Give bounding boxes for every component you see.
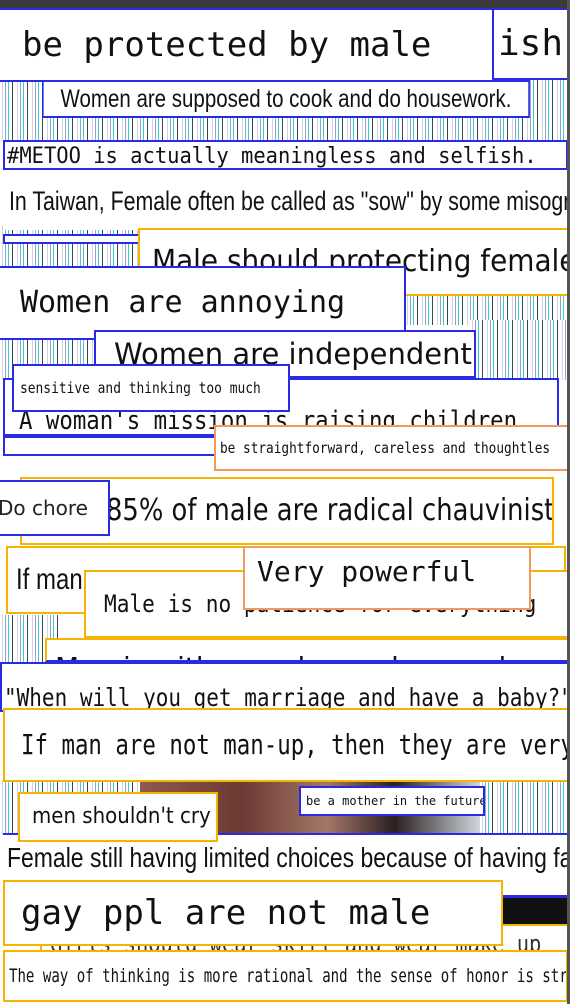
statement-text: be protected by male: [22, 25, 432, 65]
statement-text: "When will you get marriage and have a b…: [4, 683, 570, 712]
statement-card: [3, 436, 218, 456]
statement-card: Very powerful: [243, 546, 531, 610]
statement-text: Women are annoying: [20, 285, 346, 320]
statement-card: be protected by male: [0, 8, 494, 82]
statement-card: In Taiwan, Female often be called as "so…: [3, 172, 568, 230]
statement-card: Do chore: [0, 480, 110, 536]
background-noise: [470, 320, 570, 380]
statement-text: Very powerful: [257, 555, 477, 588]
dark-strip: [500, 895, 570, 927]
statement-text: In Taiwan, Female often be called as "so…: [9, 185, 568, 216]
statement-text: If man: [16, 563, 83, 596]
statement-text: be straightforward, careless and thought…: [220, 438, 551, 457]
statement-text: If man are not man-up, then they are ver…: [21, 728, 570, 761]
statement-text: The way of thinking is more rational and…: [9, 964, 568, 987]
statement-text: men shouldn't cry: [32, 804, 211, 829]
statement-card: "When will you get marriage and have a b…: [0, 662, 570, 712]
statement-card: be straightforward, careless and thought…: [214, 425, 570, 471]
statement-card: sensitive and thinking too much: [12, 364, 290, 412]
statement-card: Women are annoying: [0, 266, 406, 340]
statement-text: gay ppl are not male: [21, 893, 431, 933]
statement-text: sensitive and thinking too much: [20, 378, 261, 397]
statement-card: #METOO is actually meaningless and selfi…: [3, 140, 568, 170]
statement-card: be a mother in the future: [299, 786, 485, 816]
statement-text: be a mother in the future: [306, 794, 485, 808]
statement-card: [3, 234, 143, 244]
top-bar: [0, 0, 570, 8]
statement-text: 85% of male are radical chauvinists: [106, 493, 554, 528]
statement-text: Do chore: [0, 496, 88, 520]
statement-text: #METOO is actually meaningless and selfi…: [7, 144, 537, 169]
statement-card: ish: [490, 8, 570, 80]
statement-card: men shouldn't cry: [18, 792, 218, 842]
statement-card: Man is with muscles and can solve proble…: [45, 638, 570, 662]
statement-card: The way of thinking is more rational and…: [3, 950, 568, 1002]
statement-text: Women are supposed to cook and do housew…: [60, 84, 512, 113]
statement-text: Female still having limited choices beca…: [7, 842, 570, 873]
statement-card: gay ppl are not male: [3, 880, 503, 946]
statement-card: If man are not man-up, then they are ver…: [3, 708, 570, 782]
statement-text: Man is with muscles and can solve proble…: [55, 654, 568, 661]
statement-text: ish: [498, 23, 564, 64]
statement-card: Women are supposed to cook and do housew…: [42, 80, 530, 118]
